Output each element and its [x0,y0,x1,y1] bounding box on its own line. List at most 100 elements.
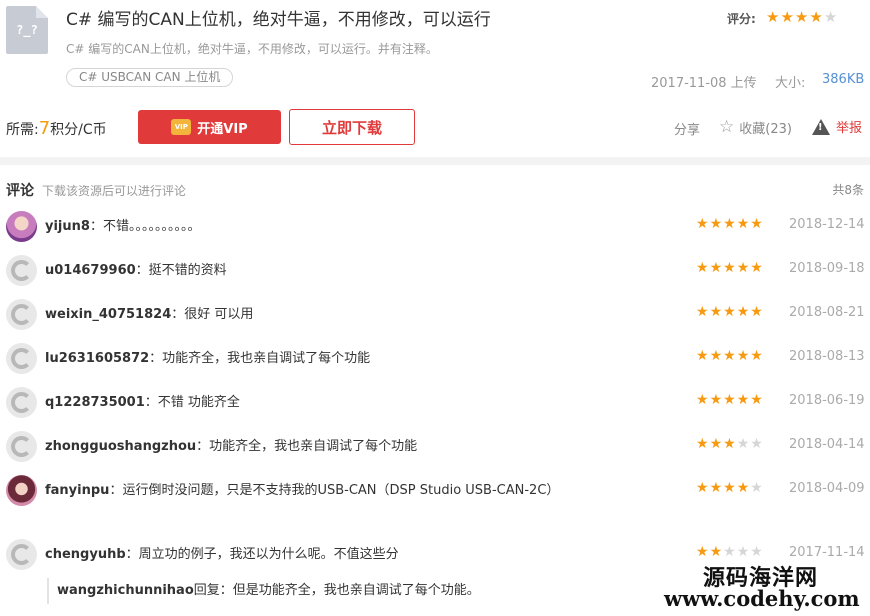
vip-button[interactable]: VIP 开通VIP [138,110,281,144]
default-avatar-icon [11,348,32,369]
default-avatar-icon [11,544,32,565]
star-filled-icon: ★ [736,260,751,276]
star-filled-icon: ★ [723,304,737,320]
star-empty-icon: ★ [736,436,751,452]
rating-label: 评分: [727,12,756,26]
favorite-label: 收藏(23) [739,121,792,137]
comment-username[interactable]: u014679960 [45,263,136,278]
avatar[interactable] [6,475,37,506]
avatar[interactable] [6,387,37,418]
star-filled-icon: ★ [696,392,710,408]
comment-date: 2018-06-19 [789,393,865,408]
file-icon-text: ?_? [16,23,38,37]
size-label: 大小: [775,76,806,91]
comment-body: ：功能齐全，我也亲自调试了每个功能 [149,351,371,366]
avatar[interactable] [6,431,37,462]
comment-body: ：运行倒时没问题，只是不支持我的USB-CAN（DSP Studio USB-C… [109,483,560,498]
resource-tag[interactable]: C# USBCAN CAN 上位机 [66,68,234,87]
star-filled-icon: ★ [696,544,710,560]
comment-rating-stars: ★★★★★ [696,480,764,496]
star-filled-icon: ★ [723,216,737,232]
avatar[interactable] [6,343,37,374]
avatar[interactable] [6,211,37,242]
upload-date: 2017-11-08 上传 [651,76,757,91]
star-filled-icon: ★ [696,348,710,364]
comment-text: zhongguoshangzhou：功能齐全，我也亲自调试了每个功能 [45,435,565,459]
star-filled-icon: ★ [750,392,764,408]
star-filled-icon: ★ [709,480,724,496]
comment-text: q1228735001：不错 功能齐全 [45,391,565,415]
star-filled-icon: ★ [709,544,724,560]
star-filled-icon: ★ [709,392,724,408]
default-avatar-icon [11,436,32,457]
comment-rating-stars: ★★★★★ [696,216,764,232]
comment-username[interactable]: q1228735001 [45,395,145,410]
share-button[interactable]: 分享 [674,119,700,138]
favorite-button[interactable]: ☆ 收藏(23) [719,117,792,137]
report-button[interactable]: ! 举报 [812,117,862,136]
comment-text: weixin_40751824：很好 可以用 [45,303,565,327]
default-avatar-icon [11,260,32,281]
comment-date: 2018-04-14 [789,437,865,452]
resource-title: C# 编写的CAN上位机，绝对牛逼，不用修改，可以运行 [66,10,491,30]
star-filled-icon: ★ [736,304,751,320]
comment-body: ：不错 功能齐全 [144,395,240,410]
report-label: 举报 [836,121,863,136]
star-filled-icon: ★ [709,348,724,364]
comment-rating-stars: ★★★★★ [696,544,764,560]
file-type-icon: ?_? [6,6,48,54]
star-filled-icon: ★ [723,260,737,276]
default-avatar-icon [11,304,32,325]
comment-body: ：不错。。。。。。。。。。 [89,219,201,234]
star-filled-icon: ★ [709,436,724,452]
star-empty-icon: ★ [750,480,764,496]
reply-username[interactable]: wangzhichunnihao [57,583,194,598]
price-amount: 7 [38,118,51,139]
comment-date: 2018-08-13 [789,349,865,364]
comment-date: 2018-04-09 [789,481,865,496]
avatar[interactable] [6,299,37,330]
comment-rating-stars: ★★★★★ [696,304,764,320]
comments-count: 共8条 [832,183,864,197]
section-divider [0,157,870,165]
avatar[interactable] [6,539,37,570]
comment-username[interactable]: yijun8 [45,219,90,234]
comment-rating-stars: ★★★★★ [696,436,764,452]
vip-crown-icon: VIP [171,119,192,135]
comment-body: ：周立功的例子，我还以为什么呢。不值这些分 [125,547,399,562]
star-filled-icon: ★ [750,260,764,276]
comments-hint: 下载该资源后可以进行评论 [42,184,187,198]
comment-date: 2017-11-14 [789,545,865,560]
comment-username[interactable]: fanyinpu [45,483,109,498]
comment-body: ：很好 可以用 [171,307,254,322]
resource-description: C# 编写的CAN上位机，绝对牛逼，不用修改，可以运行。并有注释。 [66,42,438,56]
comment-rating-stars: ★★★★★ [696,348,764,364]
comment-text: lu2631605872：功能齐全，我也亲自调试了每个功能 [45,347,565,371]
star-filled-icon: ★ [809,8,824,26]
star-filled-icon: ★ [709,304,724,320]
comment-text: u014679960：挺不错的资料 [45,259,565,283]
comment-text: chengyuhb：周立功的例子，我还以为什么呢。不值这些分 [45,543,565,567]
star-empty-icon: ★ [723,544,737,560]
star-filled-icon: ★ [780,8,795,26]
star-empty-icon: ★ [750,544,764,560]
star-empty-icon: ★ [750,436,764,452]
star-filled-icon: ★ [736,480,751,496]
star-filled-icon: ★ [709,216,724,232]
avatar[interactable] [6,255,37,286]
comment-date: 2018-08-21 [789,305,865,320]
download-button[interactable]: 立即下载 [289,109,415,145]
star-filled-icon: ★ [766,8,781,26]
comment-username[interactable]: lu2631605872 [45,351,149,366]
comment-rating-stars: ★★★★★ [696,260,764,276]
price-prefix: 所需: [6,122,39,138]
comment-date: 2018-09-18 [789,261,865,276]
reply-text: 回复：但是功能齐全，我也亲自调试了每个功能。 [193,583,480,598]
comment-username[interactable]: weixin_40751824 [45,307,171,322]
star-filled-icon: ★ [723,436,737,452]
comment-body: ：功能齐全，我也亲自调试了每个功能 [196,439,418,454]
star-empty-icon: ★ [736,544,751,560]
comment-username[interactable]: zhongguoshangzhou [45,439,196,454]
comment-username[interactable]: chengyuhb [45,547,126,562]
comment-rating-stars: ★★★★★ [696,392,764,408]
